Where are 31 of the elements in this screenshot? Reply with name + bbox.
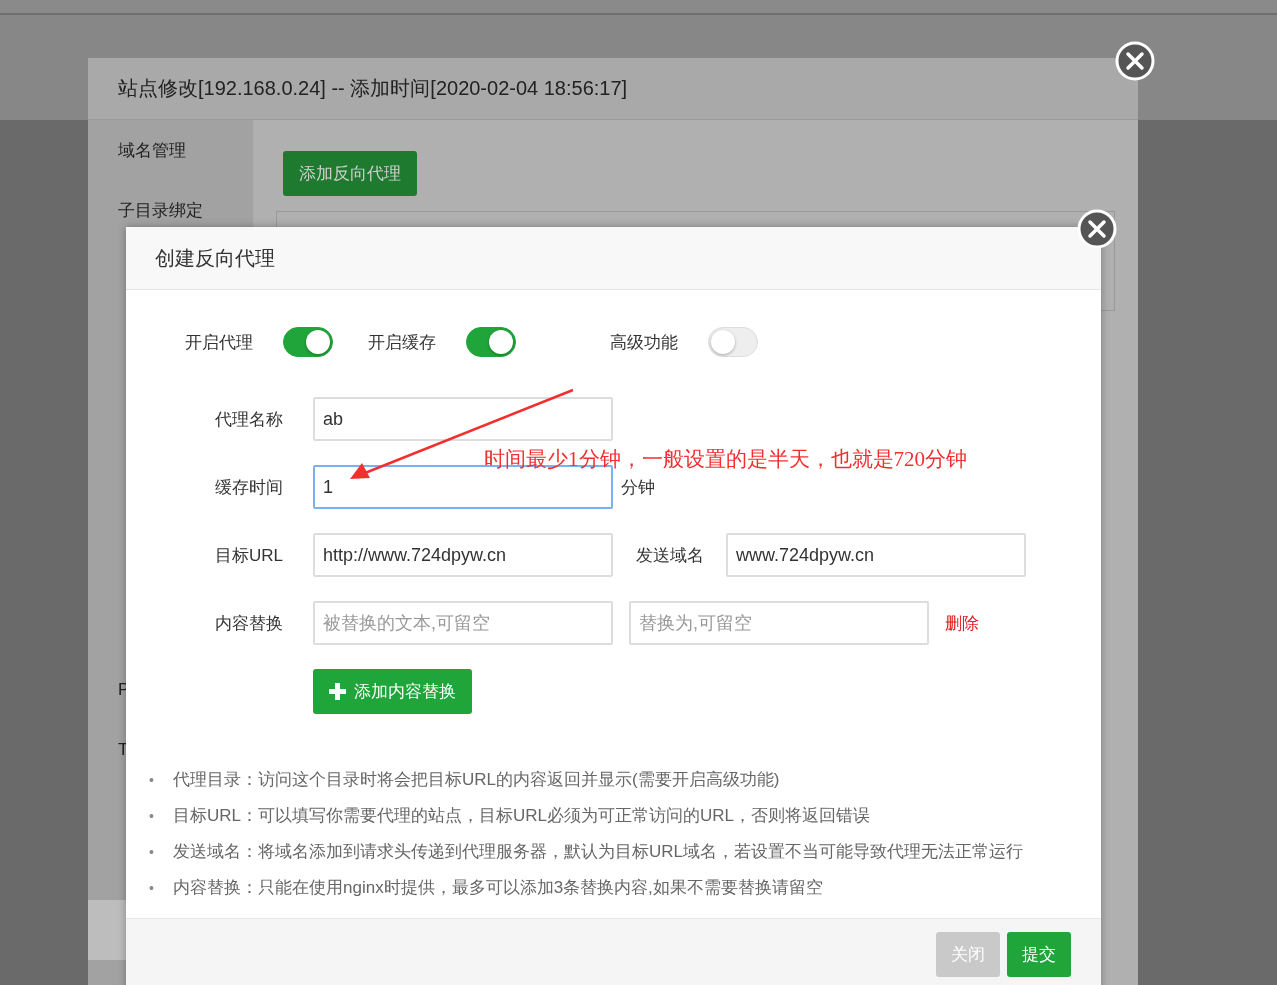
note-text: 目标URL：可以填写你需要代理的站点，目标URL必须为可正常访问的URL，否则将返回错误: [173, 805, 871, 827]
field-label: 发送域名: [636, 544, 704, 567]
input-field[interactable]: 替换为,可留空: [629, 601, 929, 645]
input-field[interactable]: www.724dpyw.cn: [726, 533, 1026, 577]
note-text: 内容替换：只能在使用nginx时提供，最多可以添加3条替换内容,如果不需要替换请留空: [173, 877, 823, 899]
field-label: 代理名称: [214, 408, 284, 431]
add-proxy-button[interactable]: 添加反向代理: [283, 151, 417, 196]
bullet: •: [149, 771, 155, 790]
delete-link[interactable]: 删除: [945, 611, 979, 635]
sidebar-item[interactable]: 域名管理: [88, 120, 253, 180]
bullet: •: [149, 843, 155, 862]
unit-label: 分钟: [621, 476, 655, 499]
field-label: 目标URL: [214, 544, 284, 567]
field-label: 开启代理: [184, 331, 254, 354]
toggle-switch[interactable]: [466, 327, 516, 357]
input-field[interactable]: http://www.724dpyw.cn: [313, 533, 613, 577]
bullet: •: [149, 879, 155, 898]
close-icon[interactable]: [1115, 41, 1155, 81]
bullet: •: [149, 807, 155, 826]
field-label: 开启缓存: [368, 331, 437, 354]
input-field[interactable]: 被替换的文本,可留空: [313, 601, 613, 645]
field-label: 内容替换: [214, 612, 284, 635]
toggle-switch[interactable]: [283, 327, 333, 357]
field-label: 缓存时间: [214, 476, 284, 499]
note-text: 代理目录：访问这个目录时将会把目标URL的内容返回并显示(需要开启高级功能): [173, 769, 780, 791]
dialog-title: 创建反向代理: [126, 227, 1101, 290]
input-field[interactable]: ab: [313, 397, 613, 441]
note-text: 发送域名：将域名添加到请求头传递到代理服务器，默认为目标URL域名，若设置不当可能导致代理无法正常运行: [173, 841, 1023, 863]
plus-icon: [329, 683, 346, 700]
window-title: 站点修改[192.168.0.24] -- 添加时间[2020-02-04 18:56:17]: [88, 58, 1138, 120]
field-label: 高级功能: [610, 331, 679, 354]
